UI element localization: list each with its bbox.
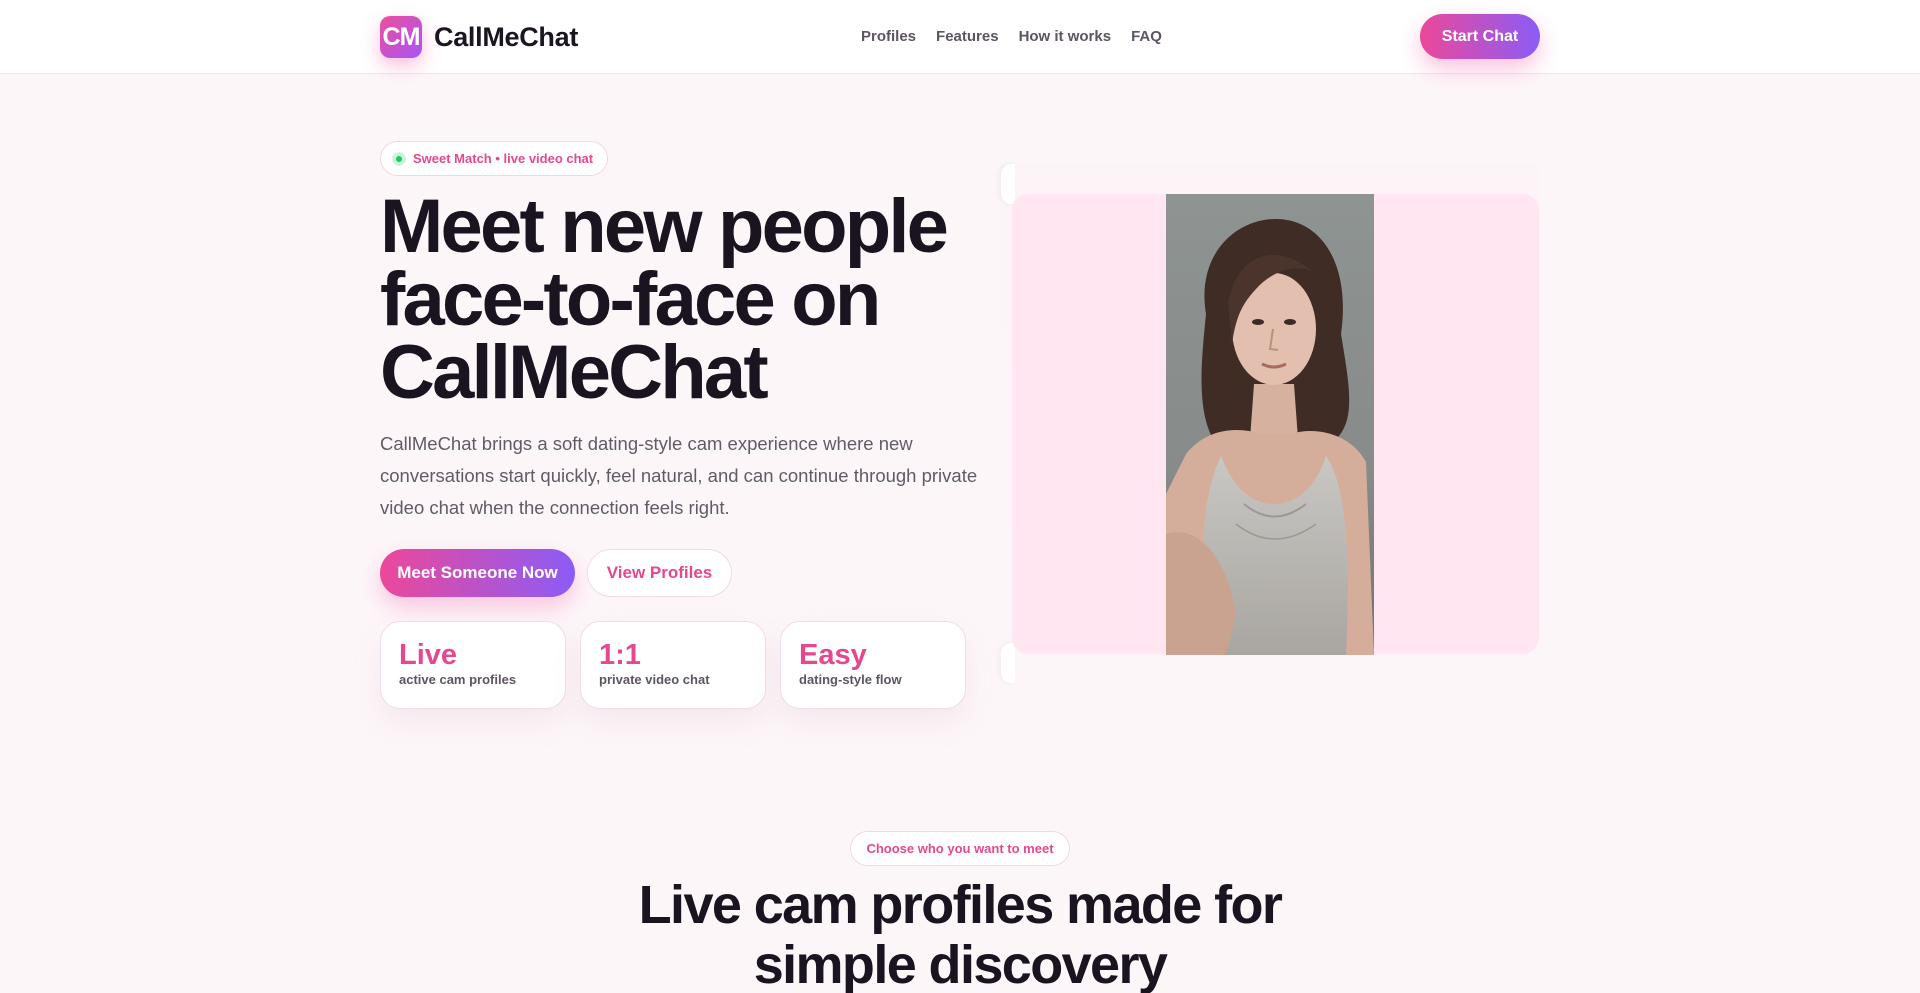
hero-title: Meet new people face-to-face on CallMeCh… [380,184,949,415]
hero-tag-label: Sweet Match • live video chat [413,151,594,166]
stat-label: active cam profiles [399,672,517,687]
stat-card: 1:1 private video chat [580,621,766,709]
brand-name[interactable]: CallMeChat [434,22,578,53]
brand-logo[interactable]: CM [380,16,422,58]
view-profiles-button[interactable]: View Profiles [587,549,732,597]
stat-card: Live active cam profiles [380,621,566,709]
carousel-edge-handle[interactable] [1001,164,1015,204]
section-title: Live cam profiles made for simple discov… [638,875,1283,993]
hero-stats: Live active cam profiles 1:1 private vid… [380,621,980,709]
main-nav: Profiles Features How it works FAQ [861,28,1182,45]
profile-photo[interactable] [1166,194,1374,655]
hero-description: CallMeChat brings a soft dating-style ca… [380,433,978,518]
nav-link-profiles[interactable]: Profiles [861,28,916,45]
profile-photo-image [1166,194,1374,655]
nav-link-features[interactable]: Features [936,28,999,45]
brand[interactable]: CM CallMeChat [380,16,578,58]
hero-tag: Sweet Match • live video chat [380,141,608,176]
stat-card: Easy dating-style flow [780,621,966,709]
stat-label: dating-style flow [799,672,902,687]
carousel-edge-handle[interactable] [1001,643,1015,683]
top-navbar: CM CallMeChat Profiles Features How it w… [0,0,1920,74]
section-tag: Choose who you want to meet [850,831,1070,866]
stat-value: Easy [799,639,867,671]
start-chat-button[interactable]: Start Chat [1420,14,1540,59]
stat-value: Live [399,639,458,671]
stat-value: 1:1 [599,639,641,671]
stat-label: private video chat [599,672,710,687]
nav-link-faq[interactable]: FAQ [1131,28,1162,45]
nav-link-how-it-works[interactable]: How it works [1019,28,1112,45]
live-status-dot-icon [393,152,405,165]
meet-someone-now-button[interactable]: Meet Someone Now [380,549,575,597]
